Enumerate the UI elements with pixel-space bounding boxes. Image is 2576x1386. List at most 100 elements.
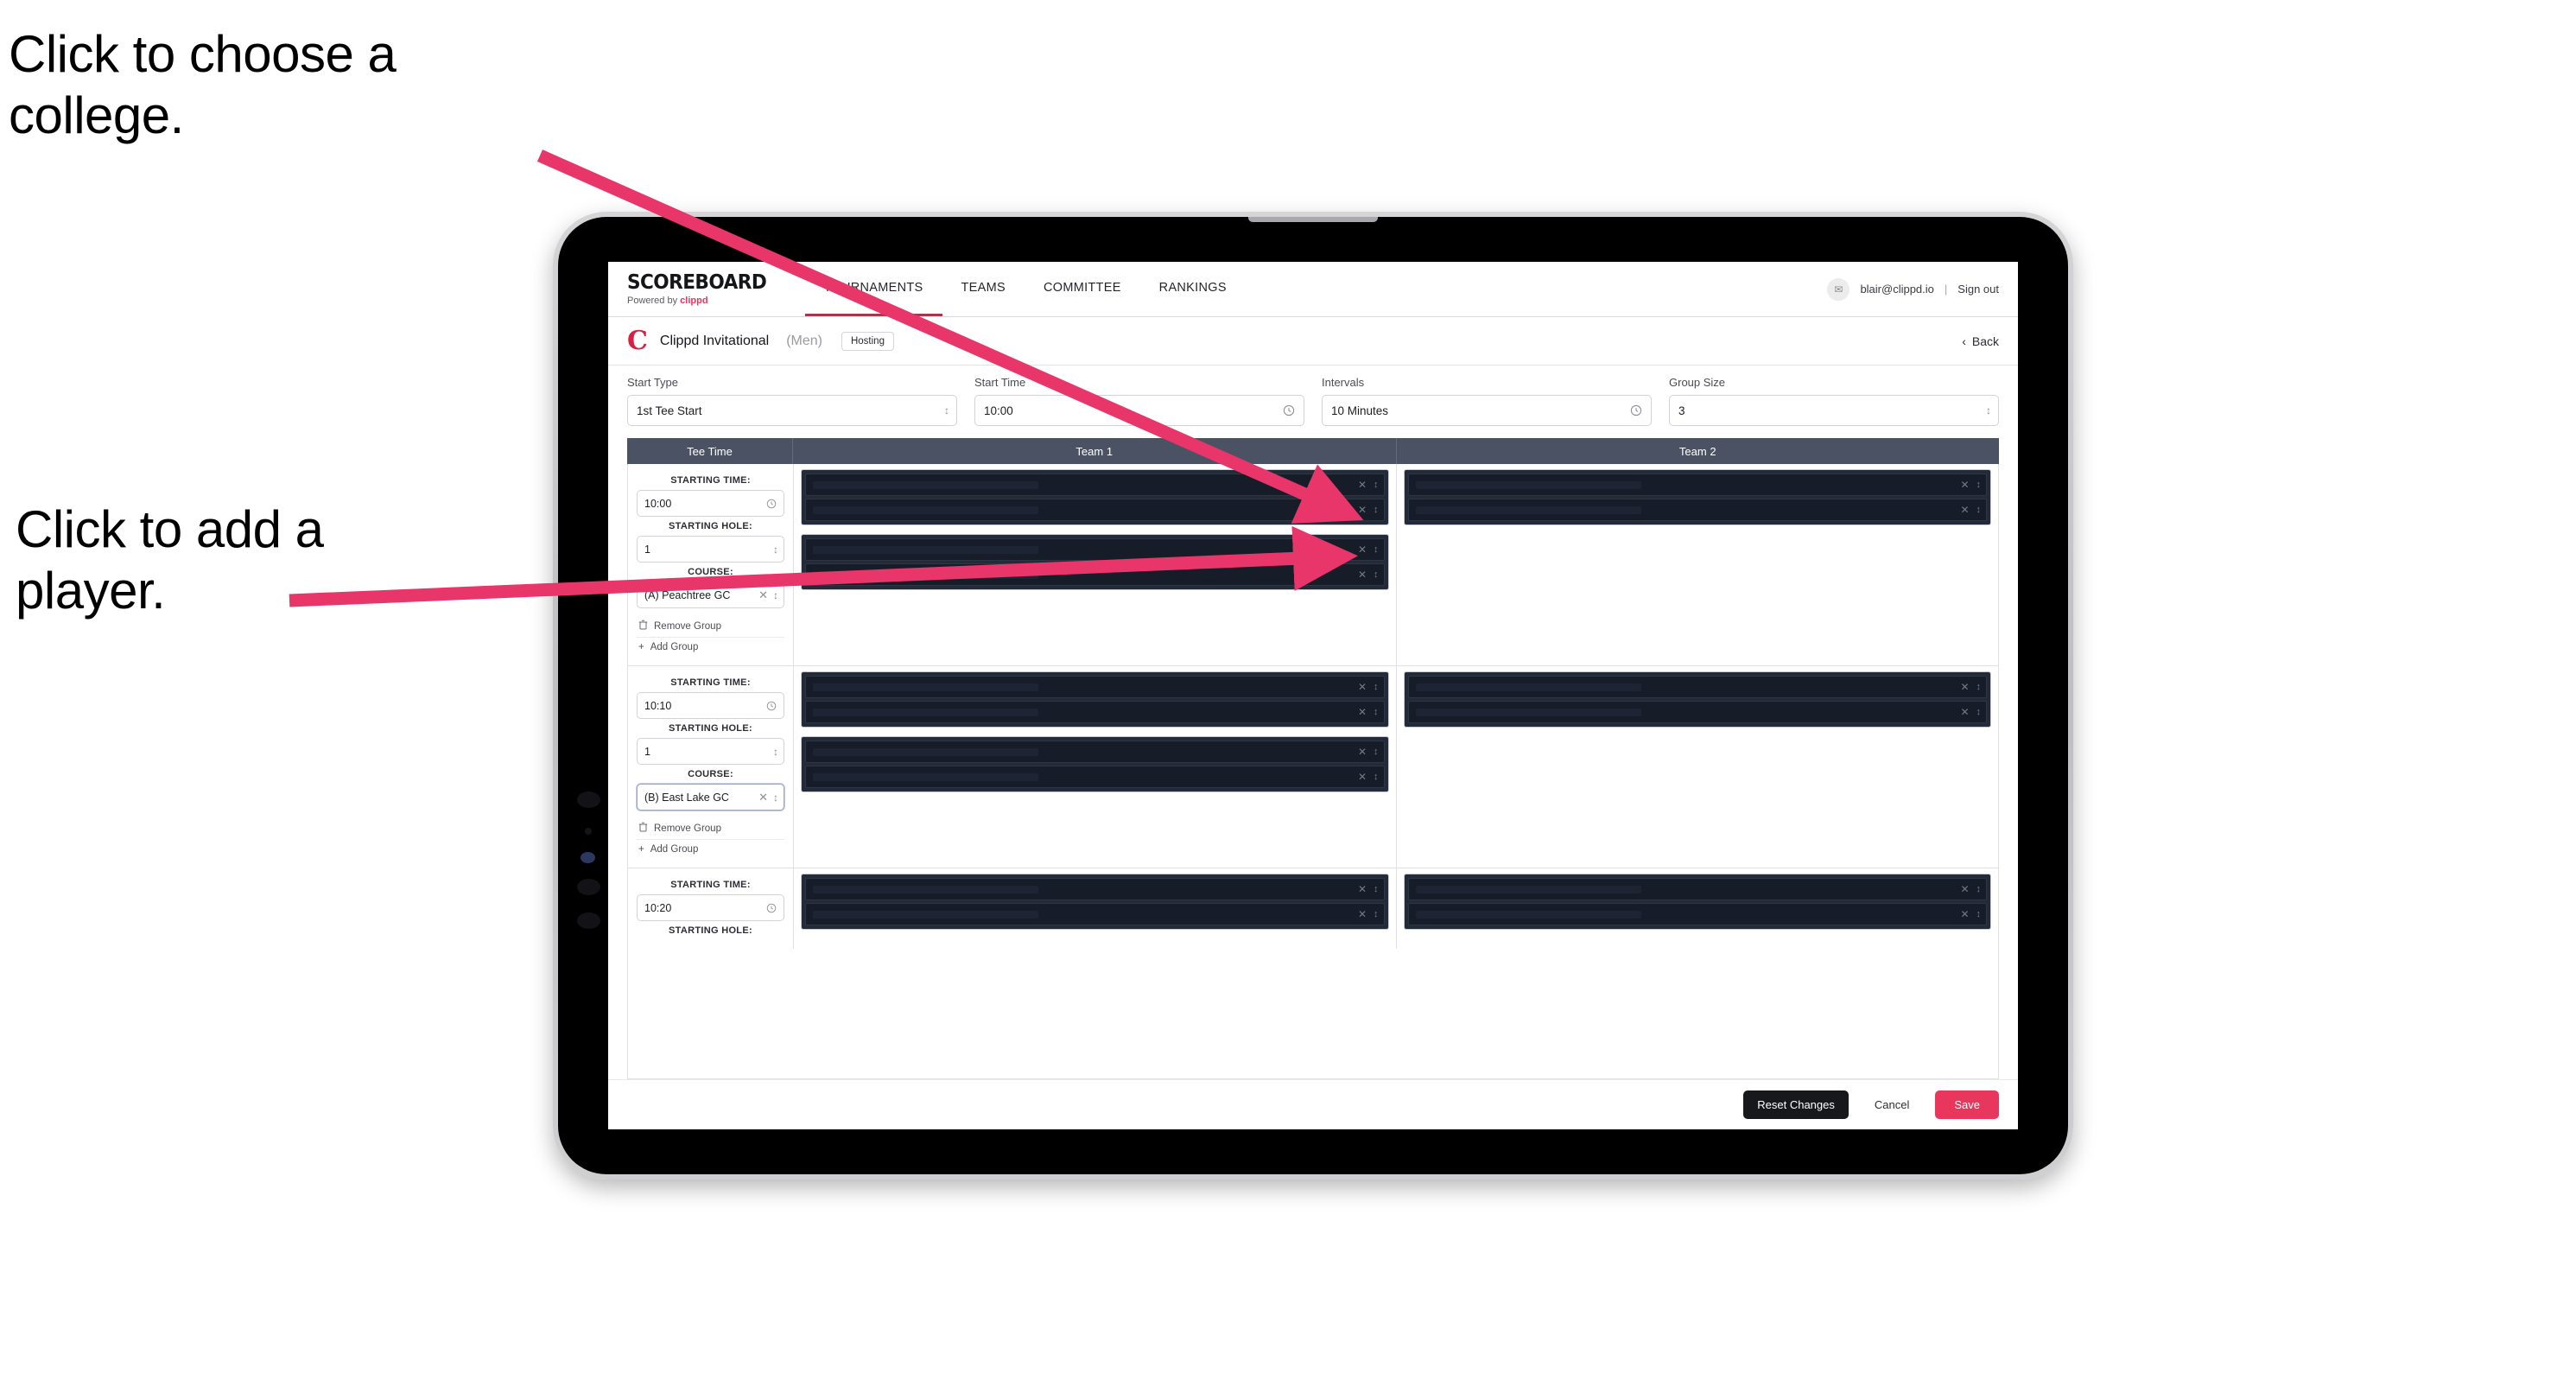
close-icon-player[interactable]: ✕ <box>1960 504 1969 516</box>
player-slot[interactable]: ✕ ↕ <box>1407 903 1987 925</box>
close-icon-player[interactable]: ✕ <box>1358 771 1367 783</box>
starting-time-value-2: 10:10 <box>644 699 672 712</box>
close-icon-player[interactable]: ✕ <box>1960 681 1969 693</box>
group-size-stepper[interactable]: 3 ↕ <box>1669 395 1999 426</box>
clock-icon-intervals[interactable] <box>1630 404 1642 416</box>
player-name-redacted <box>1415 683 1641 691</box>
add-group-button-1[interactable]: + Add Group <box>637 637 784 657</box>
save-button[interactable]: Save <box>1935 1090 1999 1119</box>
footer-actions: Reset Changes Cancel Save <box>608 1079 2018 1129</box>
chevron-updown-icon-player[interactable]: ↕ <box>1976 707 1981 717</box>
start-type-select[interactable]: 1st Tee Start ↕ <box>627 395 957 426</box>
chevron-updown-icon-course-2[interactable]: ↕ <box>773 792 778 803</box>
chevron-updown-icon-player[interactable]: ↕ <box>1374 544 1378 555</box>
player-name-redacted <box>813 708 1038 716</box>
clock-icon-row-3[interactable] <box>766 903 777 913</box>
clock-icon-row-2[interactable] <box>766 701 777 711</box>
chevron-updown-icon-player[interactable]: ↕ <box>1976 682 1981 692</box>
chevron-updown-icon-player[interactable]: ↕ <box>1976 480 1981 490</box>
player-slot[interactable]: ✕ ↕ <box>1407 676 1987 698</box>
player-slot[interactable]: ✕ ↕ <box>805 474 1385 496</box>
close-icon-player[interactable]: ✕ <box>1358 883 1367 895</box>
start-time-input[interactable]: 10:00 <box>974 395 1304 426</box>
close-icon-player[interactable]: ✕ <box>1960 706 1969 718</box>
player-block: ✕ ↕ ✕ ↕ <box>801 671 1389 728</box>
player-slot[interactable]: ✕ ↕ <box>805 701 1385 723</box>
starting-time-input-3[interactable]: 10:20 <box>637 894 784 921</box>
player-slot[interactable]: ✕ ↕ <box>805 563 1385 586</box>
player-slot[interactable]: ✕ ↕ <box>1407 878 1987 900</box>
nav-item-tournaments[interactable]: TOURNAMENTS <box>804 262 942 316</box>
cancel-button[interactable]: Cancel <box>1861 1090 1923 1119</box>
chevron-updown-icon[interactable]: ↕ <box>944 405 949 416</box>
chevron-updown-icon-hole-2[interactable]: ↕ <box>773 747 778 757</box>
chevron-updown-icon-player[interactable]: ↕ <box>1374 505 1378 515</box>
player-slot[interactable]: ✕ ↕ <box>805 903 1385 925</box>
chevron-updown-icon-group[interactable]: ↕ <box>1986 405 1991 416</box>
label-group-size: Group Size <box>1669 376 1726 389</box>
player-slot[interactable]: ✕ ↕ <box>805 878 1385 900</box>
add-group-button-2[interactable]: + Add Group <box>637 839 784 859</box>
chevron-updown-icon-hole-1[interactable]: ↕ <box>773 544 778 555</box>
label-starting-time-1: STARTING TIME: <box>670 475 751 486</box>
remove-group-label-1: Remove Group <box>654 620 721 632</box>
chevron-updown-icon-player[interactable]: ↕ <box>1374 747 1378 757</box>
brand-logo[interactable]: SCOREBOARD Powered by clippd <box>627 262 805 316</box>
close-icon-course-2[interactable]: ✕ <box>758 791 768 804</box>
close-icon-player[interactable]: ✕ <box>1960 908 1969 920</box>
remove-group-button-1[interactable]: Remove Group <box>637 615 784 637</box>
player-slot[interactable]: ✕ ↕ <box>1407 701 1987 723</box>
chevron-updown-icon-player[interactable]: ↕ <box>1374 480 1378 490</box>
avatar[interactable]: ✉ <box>1827 277 1850 301</box>
chevron-updown-icon-player[interactable]: ↕ <box>1976 505 1981 515</box>
starting-hole-stepper-2[interactable]: 1 ↕ <box>637 738 784 765</box>
nav-item-teams[interactable]: TEAMS <box>942 262 1025 316</box>
back-label: Back <box>1971 334 1999 348</box>
player-slot[interactable]: ✕ ↕ <box>1407 499 1987 521</box>
back-button[interactable]: ‹ Back <box>1962 334 1999 348</box>
close-icon-course-1[interactable]: ✕ <box>758 588 768 602</box>
chevron-updown-icon-player[interactable]: ↕ <box>1374 772 1378 782</box>
clock-icon[interactable] <box>1283 404 1295 416</box>
chevron-updown-icon-player[interactable]: ↕ <box>1976 909 1981 919</box>
close-icon-player[interactable]: ✕ <box>1358 706 1367 718</box>
intervals-input[interactable]: 10 Minutes <box>1322 395 1652 426</box>
player-slot[interactable]: ✕ ↕ <box>805 741 1385 763</box>
player-slot[interactable]: ✕ ↕ <box>805 676 1385 698</box>
player-slot[interactable]: ✕ ↕ <box>805 766 1385 788</box>
player-slot[interactable]: ✕ ↕ <box>805 538 1385 561</box>
camera-icon <box>577 792 600 808</box>
chevron-updown-icon-player[interactable]: ↕ <box>1374 569 1378 580</box>
player-name-redacted <box>813 683 1038 691</box>
chevron-updown-icon-player[interactable]: ↕ <box>1976 884 1981 894</box>
sign-out-link[interactable]: Sign out <box>1957 283 1999 296</box>
close-icon-player[interactable]: ✕ <box>1358 569 1367 581</box>
chevron-updown-icon-player[interactable]: ↕ <box>1374 707 1378 717</box>
close-icon-player[interactable]: ✕ <box>1358 504 1367 516</box>
close-icon-player[interactable]: ✕ <box>1358 746 1367 758</box>
column-header-team-2: Team 2 <box>1678 444 1716 458</box>
close-icon-player[interactable]: ✕ <box>1358 908 1367 920</box>
starting-hole-stepper-1[interactable]: 1 ↕ <box>637 536 784 563</box>
starting-time-input-2[interactable]: 10:10 <box>637 692 784 719</box>
chevron-updown-icon-player[interactable]: ↕ <box>1374 884 1378 894</box>
remove-group-button-2[interactable]: Remove Group <box>637 817 784 839</box>
chevron-updown-icon-course-1[interactable]: ↕ <box>773 590 778 601</box>
nav-item-committee[interactable]: COMMITTEE <box>1025 262 1140 316</box>
close-icon-player[interactable]: ✕ <box>1960 479 1969 491</box>
chevron-updown-icon-player[interactable]: ↕ <box>1374 909 1378 919</box>
close-icon-player[interactable]: ✕ <box>1358 544 1367 556</box>
course-select-1[interactable]: (A) Peachtree GC ✕ ↕ <box>637 582 784 608</box>
course-select-2[interactable]: (B) East Lake GC ✕ ↕ <box>637 784 784 811</box>
close-icon-player[interactable]: ✕ <box>1960 883 1969 895</box>
plus-icon-1: + <box>638 642 644 652</box>
nav-item-rankings[interactable]: RANKINGS <box>1140 262 1246 316</box>
starting-time-input-1[interactable]: 10:00 <box>637 490 784 517</box>
reset-changes-button[interactable]: Reset Changes <box>1743 1090 1849 1119</box>
chevron-updown-icon-player[interactable]: ↕ <box>1374 682 1378 692</box>
close-icon-player[interactable]: ✕ <box>1358 681 1367 693</box>
player-slot[interactable]: ✕ ↕ <box>805 499 1385 521</box>
clock-icon-row-1[interactable] <box>766 499 777 509</box>
close-icon-player[interactable]: ✕ <box>1358 479 1367 491</box>
player-slot[interactable]: ✕ ↕ <box>1407 474 1987 496</box>
